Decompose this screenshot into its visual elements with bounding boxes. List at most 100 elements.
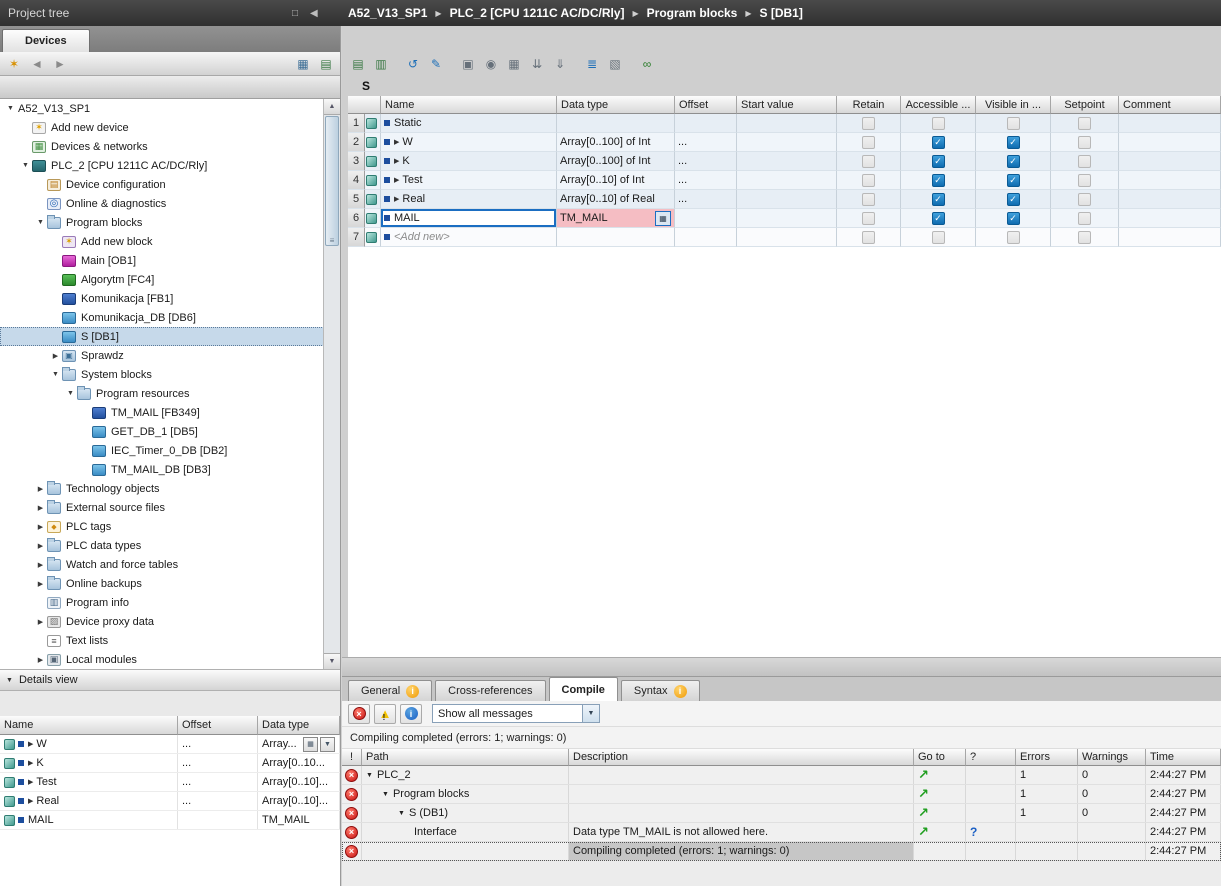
tree-item-komunikacja-fb1[interactable]: Komunikacja [FB1] — [0, 289, 340, 308]
copy-snapshots-icon[interactable]: ▦ — [504, 55, 524, 73]
name-cell[interactable]: Static — [381, 114, 557, 133]
retain-checkbox[interactable] — [862, 192, 875, 206]
tree-item-online-diagnostics[interactable]: Online & diagnostics — [0, 194, 340, 213]
scroll-up-icon[interactable]: ▲ — [324, 99, 340, 115]
tree-item-tm-mail-fb349[interactable]: TM_MAIL [FB349] — [0, 403, 340, 422]
accessible-checkbox[interactable] — [931, 230, 945, 244]
tab-compile[interactable]: Compile — [548, 677, 618, 701]
retain-checkbox[interactable] — [862, 211, 875, 225]
start-value-cell[interactable] — [737, 114, 837, 133]
breadcrumb-item-program-blocks[interactable]: Program blocks — [647, 6, 738, 20]
tree-item-devices-networks[interactable]: Devices & networks — [0, 137, 340, 156]
column-header-go-to[interactable]: Go to — [914, 749, 966, 766]
column-header-offset[interactable]: Offset — [178, 716, 258, 735]
help-question-icon[interactable]: ? — [970, 825, 977, 839]
comment-cell[interactable] — [1119, 152, 1221, 171]
export-module-icon[interactable]: ▤ — [316, 55, 336, 73]
tree-item-plc-data-types[interactable]: ▶ PLC data types — [0, 536, 340, 555]
setpoint-checkbox[interactable] — [1078, 116, 1091, 130]
tree-item-external-source-files[interactable]: ▶ External source files — [0, 498, 340, 517]
column-header-name[interactable]: Name — [381, 96, 557, 114]
name-cell[interactable]: ▶ Test — [381, 171, 557, 190]
expander-closed-icon[interactable]: ▶ — [34, 504, 47, 512]
breadcrumb-item-a52-v13-sp1[interactable]: A52_V13_SP1 — [348, 6, 427, 20]
expander-closed-icon[interactable]: ▶ — [34, 656, 47, 664]
visible-checkbox[interactable] — [1006, 154, 1020, 168]
setpoint-checkbox[interactable] — [1078, 135, 1091, 149]
datatype-cell[interactable]: Array[0..10] of Real — [557, 190, 675, 209]
breadcrumb-item-plc-2-cpu-1211c-ac-dc-rly[interactable]: PLC_2 [CPU 1211C AC/DC/Rly] — [450, 6, 625, 20]
tree-item-device-proxy-data[interactable]: ▶ Device proxy data — [0, 612, 340, 631]
tab-general[interactable]: General i — [348, 680, 433, 701]
setpoint-checkbox[interactable] — [1078, 211, 1091, 225]
datatype-cell[interactable]: Array[0..10] of Int — [557, 171, 675, 190]
monitor-all-icon[interactable]: ∞ — [637, 55, 657, 73]
tree-item-main-ob1[interactable]: Main [OB1] — [0, 251, 340, 270]
snapshot-icon[interactable]: ◉ — [481, 55, 501, 73]
expander-closed-icon[interactable]: ▶ — [394, 195, 399, 203]
column-header-start-value[interactable]: Start value — [737, 96, 837, 114]
visible-checkbox[interactable] — [1006, 135, 1020, 149]
setpoint-checkbox[interactable] — [1078, 230, 1091, 244]
expander-closed-icon[interactable]: ▶ — [28, 778, 33, 786]
expander-open-icon[interactable]: ▼ — [34, 219, 47, 226]
details-view-header[interactable]: ▼ Details view — [0, 669, 340, 691]
setpoint-checkbox[interactable] — [1078, 173, 1091, 187]
expander-closed-icon[interactable]: ▶ — [394, 157, 399, 165]
details-row-w[interactable]: ▶ W... Array... ▦ ▼ — [0, 735, 340, 754]
column-header-name[interactable]: Name — [0, 716, 178, 735]
navigate-forward-icon[interactable]: ► — [50, 55, 70, 73]
retain-checkbox[interactable] — [862, 230, 875, 244]
retain-checkbox[interactable] — [862, 154, 875, 168]
message-row-summary[interactable]: × Compiling completed (errors: 1; warning… — [342, 842, 1221, 861]
name-cell[interactable]: ▶ W — [381, 133, 557, 152]
accessible-checkbox[interactable] — [931, 135, 945, 149]
tree-item-add-new-device[interactable]: Add new device — [0, 118, 340, 137]
expander-closed-icon[interactable]: ▶ — [394, 138, 399, 146]
datatype-cell[interactable]: TM_MAIL ▦ — [557, 209, 675, 228]
message-row-plc-2[interactable]: × ▼ PLC_2 ↗ 1 0 2:44:27 PM — [342, 766, 1221, 785]
editor-row-w[interactable]: 2 ▶ W Array[0..100] of Int... — [348, 133, 1221, 152]
setpoint-checkbox[interactable] — [1078, 154, 1091, 168]
start-value-cell[interactable] — [737, 171, 837, 190]
column-header-blank[interactable] — [348, 96, 381, 114]
tree-item-algorytm-fc4[interactable]: Algorytm [FC4] — [0, 270, 340, 289]
filter-errors-button[interactable]: × — [348, 703, 370, 724]
expander-closed-icon[interactable]: ▶ — [49, 352, 62, 360]
settings-icon[interactable]: ▧ — [605, 55, 625, 73]
filter-warnings-button[interactable]: ▲! — [374, 703, 396, 724]
copy-to-start-values-icon[interactable]: ⇊ — [527, 55, 547, 73]
scrollbar-thumb[interactable] — [325, 116, 339, 246]
expander-closed-icon[interactable]: ▶ — [34, 580, 47, 588]
visible-checkbox[interactable] — [1006, 116, 1020, 130]
horizontal-splitter[interactable] — [342, 657, 1221, 677]
expander-closed-icon[interactable]: ▶ — [34, 561, 47, 569]
comment-cell[interactable] — [1119, 190, 1221, 209]
datatype-picker-button[interactable]: ▦ — [655, 210, 671, 226]
expander-open-icon[interactable]: ▼ — [382, 791, 389, 798]
start-value-cell[interactable] — [737, 133, 837, 152]
column-header-blank[interactable]: ! — [342, 749, 362, 766]
collapse-section-icon[interactable]: ▼ — [6, 677, 13, 684]
insert-row-icon[interactable]: ▤ — [348, 55, 368, 73]
visible-checkbox[interactable] — [1006, 230, 1020, 244]
editor-row-add-new[interactable]: 7 <Add new> — [348, 228, 1221, 247]
column-header-visible-in[interactable]: Visible in ... — [976, 96, 1051, 114]
accessible-checkbox[interactable] — [931, 211, 945, 225]
tree-item-get-db-1-db5[interactable]: GET_DB_1 [DB5] — [0, 422, 340, 441]
editor-row-real[interactable]: 5 ▶ Real Array[0..10] of Real... — [348, 190, 1221, 209]
expander-open-icon[interactable]: ▼ — [49, 371, 62, 378]
navigate-back-icon[interactable]: ◄ — [27, 55, 47, 73]
comment-cell[interactable] — [1119, 114, 1221, 133]
accessible-checkbox[interactable] — [931, 154, 945, 168]
editor-row-static[interactable]: 1 Static — [348, 114, 1221, 133]
column-header-time[interactable]: Time — [1146, 749, 1221, 766]
breadcrumb-item-s-db1[interactable]: S [DB1] — [760, 6, 803, 20]
tree-item-iec-timer-0-db-db2[interactable]: IEC_Timer_0_DB [DB2] — [0, 441, 340, 460]
tree-item-plc-2-cpu-1211c-ac-dc-rly[interactable]: ▼ PLC_2 [CPU 1211C AC/DC/Rly] — [0, 156, 340, 175]
new-object-icon[interactable]: ✶ — [4, 55, 24, 73]
tab-syntax[interactable]: Syntax i — [620, 680, 700, 701]
datatype-cell[interactable]: Array[0..100] of Int — [557, 152, 675, 171]
goto-arrow-icon[interactable]: ↗ — [918, 824, 929, 840]
tree-item-tm-mail-db-db3[interactable]: TM_MAIL_DB [DB3] — [0, 460, 340, 479]
